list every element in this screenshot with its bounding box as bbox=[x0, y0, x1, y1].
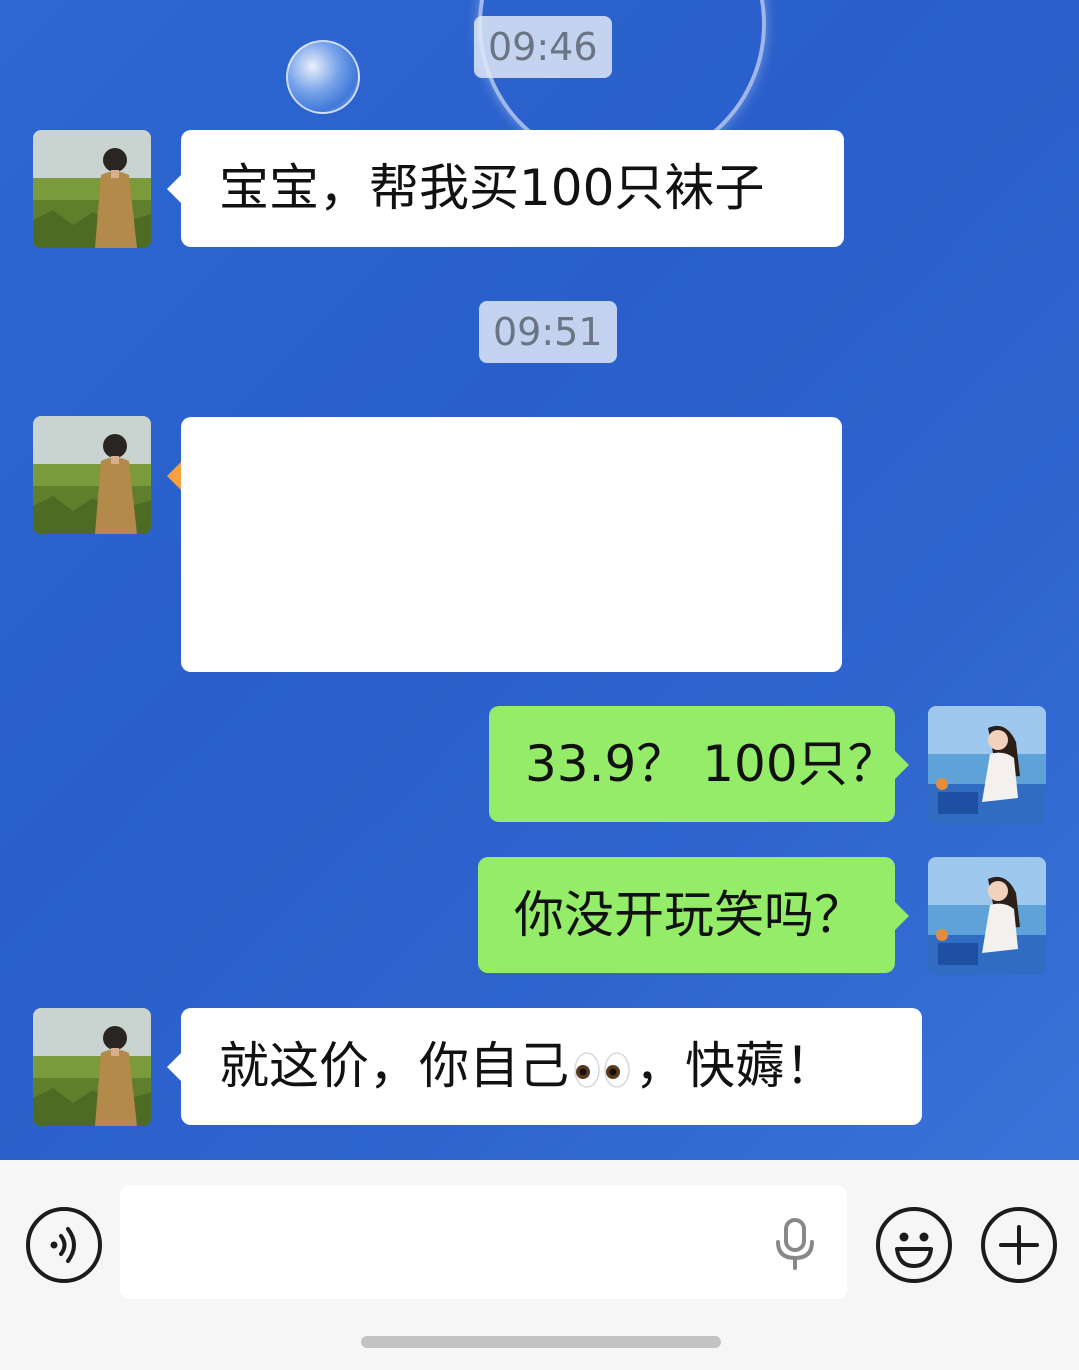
eyes-emoji-icon bbox=[574, 1051, 630, 1088]
transfer-divider bbox=[181, 595, 842, 596]
contact-avatar[interactable] bbox=[33, 1008, 151, 1126]
user-avatar[interactable] bbox=[928, 706, 1046, 824]
voice-toggle-icon bbox=[50, 1227, 76, 1263]
transfer-amount: ¥33.90 bbox=[364, 445, 565, 505]
message-input[interactable] bbox=[120, 1185, 847, 1299]
transfer-label: 转账 bbox=[214, 612, 287, 653]
incoming-message[interactable]: 就这价，你自己 ，快薅！ bbox=[167, 1008, 922, 1125]
incoming-message[interactable]: 宝宝，帮我买100只袜子 bbox=[167, 130, 844, 247]
contact-avatar[interactable] bbox=[33, 416, 151, 534]
user-avatar[interactable] bbox=[928, 857, 1046, 975]
timestamp: 09:51 bbox=[479, 301, 617, 363]
outgoing-message[interactable]: 33.9？ 100只？ bbox=[489, 706, 909, 822]
chat-area[interactable]: 09:46 宝宝，帮我买100只袜子 09:51 ¥33.90 请收款 转账 3… bbox=[0, 0, 1079, 1160]
outgoing-message[interactable]: 你没开玩笑吗？ bbox=[478, 857, 909, 973]
message-text: 就这价，你自己 bbox=[219, 1037, 569, 1095]
contact-avatar-image bbox=[33, 130, 151, 248]
message-text: ，快薅！ bbox=[635, 1037, 835, 1095]
timestamp: 09:46 bbox=[474, 16, 612, 78]
transfer-status: 请收款 bbox=[364, 526, 496, 577]
decorative-bubble bbox=[286, 40, 360, 114]
more-options-button[interactable] bbox=[981, 1207, 1057, 1283]
transfer-arrows-icon bbox=[213, 446, 335, 568]
plus-icon bbox=[999, 1225, 1039, 1265]
user-avatar-image bbox=[928, 706, 1046, 824]
transfer-card[interactable]: ¥33.90 请收款 转账 bbox=[167, 417, 842, 672]
voice-toggle-button[interactable] bbox=[26, 1207, 102, 1283]
microphone-icon[interactable] bbox=[774, 1218, 816, 1270]
emoji-icon bbox=[895, 1232, 933, 1268]
contact-avatar[interactable] bbox=[33, 130, 151, 248]
contact-avatar-image bbox=[33, 416, 151, 534]
emoji-button[interactable] bbox=[876, 1207, 952, 1283]
home-indicator[interactable] bbox=[361, 1336, 721, 1348]
user-avatar-image bbox=[928, 857, 1046, 975]
input-bar bbox=[0, 1160, 1079, 1370]
contact-avatar-image bbox=[33, 1008, 151, 1126]
